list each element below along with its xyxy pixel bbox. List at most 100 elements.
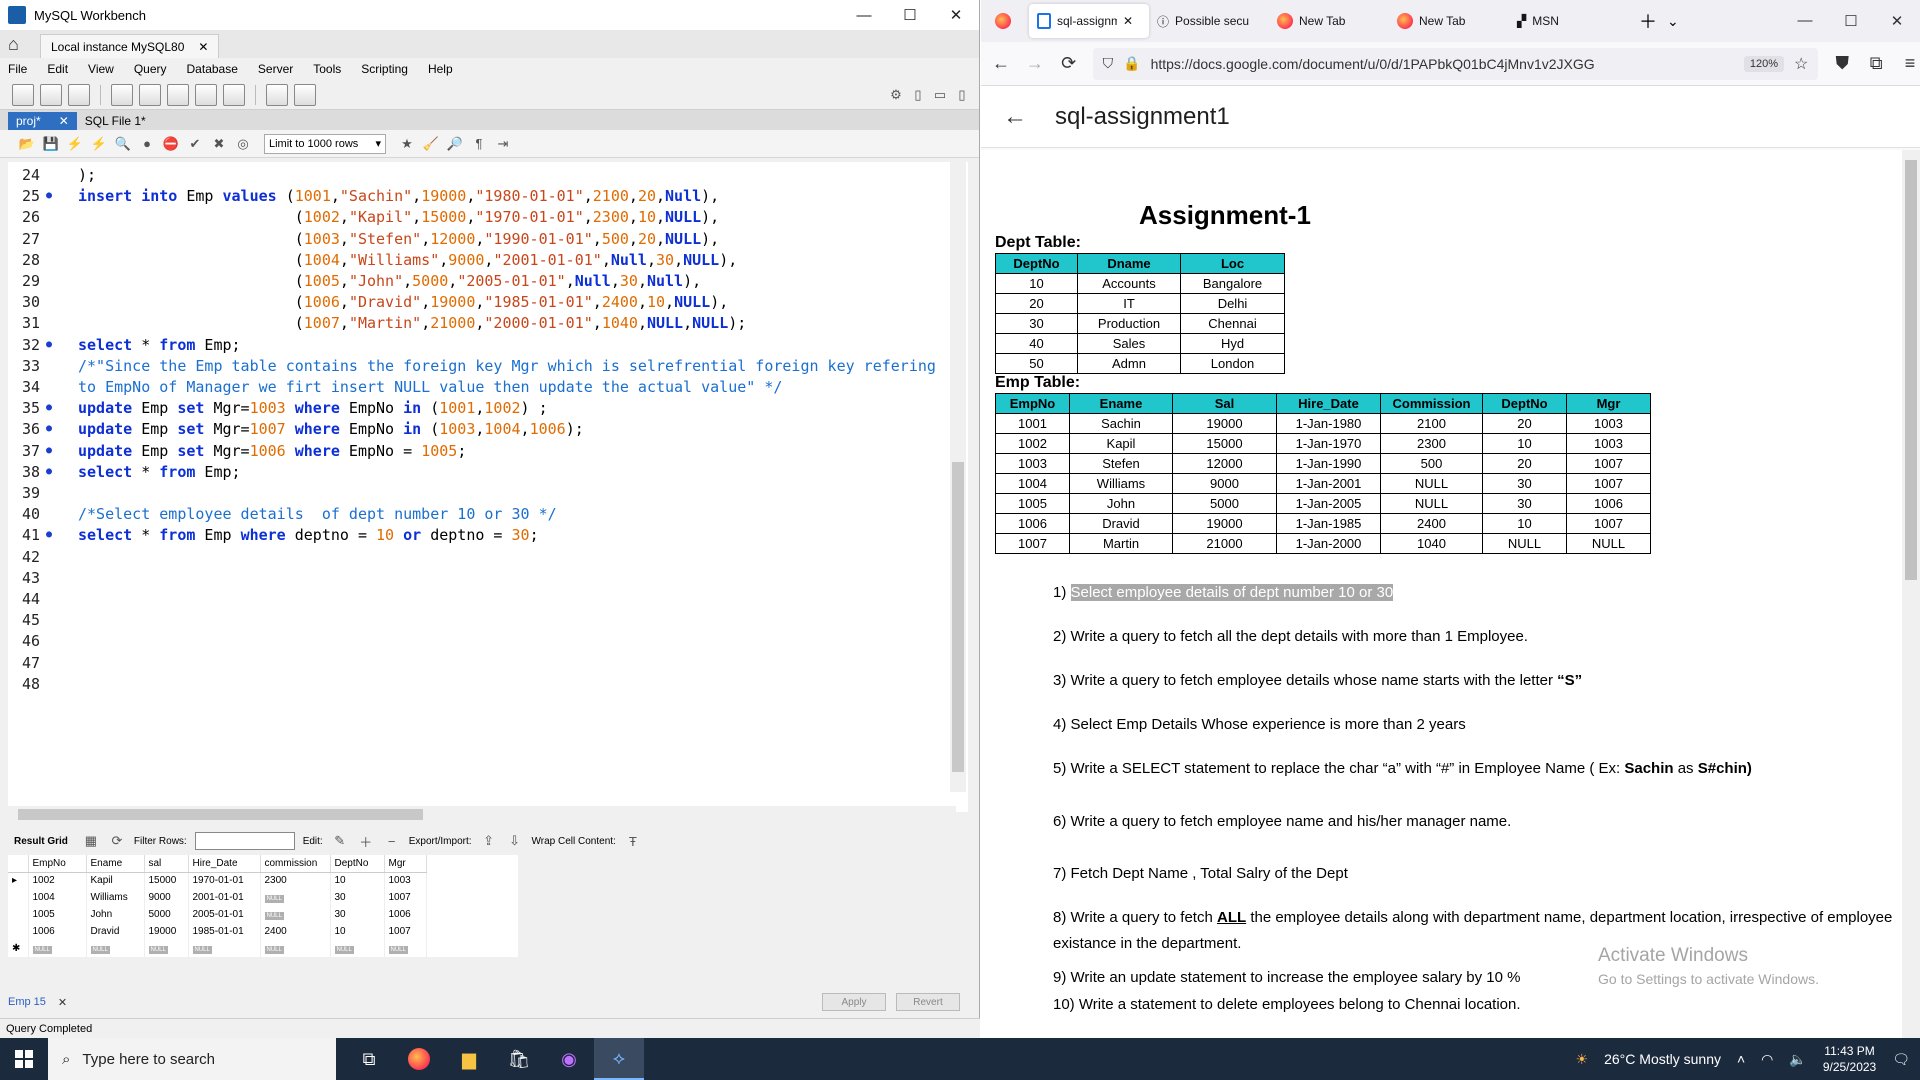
close-tab-icon[interactable]: ✕	[198, 40, 208, 54]
reload-icon[interactable]: ⟳	[1059, 53, 1079, 74]
table-row[interactable]: 1006 Dravid 19000 1985-01-01 2400 10 1007	[8, 923, 427, 940]
grid-cell[interactable]: 9000	[144, 889, 189, 906]
reconnect-icon[interactable]	[294, 83, 316, 106]
grid-cell[interactable]: 1006	[28, 923, 87, 940]
table-row[interactable]: ✱ NULL NULL NULL NULL NULL NULL NULL	[8, 940, 427, 957]
menu-view[interactable]: View	[88, 62, 114, 76]
row-selector[interactable]	[8, 889, 29, 906]
notification-icon[interactable]: 🗨	[1892, 1051, 1910, 1068]
menu-server[interactable]: Server	[258, 62, 293, 76]
grid-cell[interactable]: John	[86, 906, 145, 923]
grid-column-header[interactable]: Mgr	[384, 855, 427, 873]
grid-cell[interactable]: NULL	[144, 940, 189, 957]
back-icon[interactable]: ←	[991, 53, 1011, 74]
store-icon[interactable]: 🛍	[494, 1038, 544, 1080]
grid-cell[interactable]: 2300	[260, 872, 331, 889]
tab-possible-security[interactable]: ⓘ Possible secu	[1149, 4, 1269, 38]
import-icon[interactable]: ⇩	[506, 832, 524, 850]
autocommit-icon[interactable]: ◎	[234, 135, 252, 153]
grid-cell[interactable]: 5000	[144, 906, 189, 923]
grid-column-header[interactable]: Hire_Date	[188, 855, 261, 873]
grid-cell[interactable]: 1002	[28, 872, 87, 889]
rollback-icon[interactable]: ✖	[210, 135, 228, 153]
beautify-icon[interactable]: 🧹	[422, 135, 440, 153]
tab-msn[interactable]: ▞ MSN	[1509, 4, 1629, 38]
clock[interactable]: 11:43 PM 9/25/2023	[1823, 1043, 1876, 1075]
add-row-icon[interactable]: ＋	[357, 832, 375, 850]
minimize-icon[interactable]: —	[841, 0, 887, 30]
export-icon[interactable]: ⇪	[480, 832, 498, 850]
grid-cell[interactable]: NULL	[28, 940, 87, 957]
schema-inspector-icon[interactable]	[68, 83, 90, 106]
grid-cell[interactable]: Dravid	[86, 923, 145, 940]
scroll-thumb[interactable]	[18, 809, 423, 820]
tab-firefox-home[interactable]	[987, 4, 1029, 38]
connection-tab[interactable]: Local instance MySQL80 ✕	[40, 34, 220, 58]
grid-cell[interactable]: Kapil	[86, 872, 145, 889]
lock-icon[interactable]: 🔒	[1123, 55, 1140, 72]
network-icon[interactable]: ◠	[1761, 1051, 1773, 1068]
grid-cell[interactable]: NULL	[86, 940, 145, 957]
chevron-up-icon[interactable]: ˄	[1737, 1051, 1745, 1067]
row-selector[interactable]: ▸	[8, 872, 29, 889]
tracking-protection-icon[interactable]: ⛉	[1103, 55, 1114, 72]
grid-cell[interactable]: 30	[330, 889, 385, 906]
grid-cell[interactable]: 1005	[28, 906, 87, 923]
grid-cell[interactable]: NULL	[260, 940, 331, 957]
pocket-icon[interactable]: ⛊	[1832, 53, 1852, 74]
back-arrow-icon[interactable]: ←	[1003, 103, 1027, 131]
grid-cell[interactable]: 1970-01-01	[188, 872, 261, 889]
toggle-secondary-sidebar-icon[interactable]: ▯	[953, 86, 971, 104]
open-sql-file-icon[interactable]	[40, 83, 62, 106]
edit-row-icon[interactable]: ✎	[331, 832, 349, 850]
code-line[interactable]: 48	[8, 671, 958, 697]
close-tab-icon[interactable]: ✕	[1123, 14, 1133, 28]
grid-cell[interactable]: NULL	[188, 940, 261, 957]
save-icon[interactable]: 💾	[42, 135, 60, 153]
tab-sql-assignment[interactable]: sql-assignment1 ✕	[1029, 4, 1149, 38]
bookmark-star-icon[interactable]: ☆	[1794, 54, 1808, 74]
doc-scrollbar[interactable]	[1902, 150, 1920, 1038]
task-view-icon[interactable]: ⧉	[344, 1038, 394, 1080]
grid-cell[interactable]: 15000	[144, 872, 189, 889]
grid-cell[interactable]: 1985-01-01	[188, 923, 261, 940]
menu-query[interactable]: Query	[134, 62, 167, 76]
menu-scripting[interactable]: Scripting	[361, 62, 408, 76]
row-selector[interactable]: ✱	[8, 940, 29, 957]
extensions-icon[interactable]: ⧉	[1866, 53, 1886, 74]
stop-icon[interactable]: ●	[138, 135, 156, 153]
new-tab-icon[interactable]: ＋	[1639, 8, 1657, 34]
weather-text[interactable]: 26°C Mostly sunny	[1604, 1051, 1721, 1067]
grid-column-header[interactable]: Ename	[86, 855, 145, 873]
editor-horizontal-scrollbar[interactable]	[8, 806, 956, 822]
filter-rows-input[interactable]	[194, 832, 295, 850]
create-schema-icon[interactable]	[111, 83, 133, 106]
minimize-icon[interactable]: —	[1782, 12, 1828, 30]
table-row[interactable]: ▸ 1002 Kapil 15000 1970-01-01 2300 10 1003	[8, 872, 427, 889]
grid-cell[interactable]: 1004	[28, 889, 87, 906]
find-icon[interactable]: 🔎	[446, 135, 464, 153]
bookmark-icon[interactable]: ★	[398, 135, 416, 153]
create-function-icon[interactable]	[223, 83, 245, 106]
grid-cell[interactable]: NULL	[260, 889, 331, 906]
open-folder-icon[interactable]: 📂	[18, 135, 36, 153]
tab-proj[interactable]: proj* ✕	[8, 112, 77, 130]
grid-cell[interactable]: Williams	[86, 889, 145, 906]
grid-column-header[interactable]: commission	[260, 855, 331, 873]
menu-edit[interactable]: Edit	[47, 62, 68, 76]
tab-new-tab[interactable]: New Tab	[1389, 4, 1509, 38]
grid-icon[interactable]: ▦	[82, 832, 100, 850]
menu-file[interactable]: File	[8, 62, 27, 76]
grid-cell[interactable]: 1003	[384, 872, 427, 889]
result-grid[interactable]: EmpNo Ename sal Hire_Date commission DeptNo Mg…	[8, 855, 518, 957]
sql-editor[interactable]: 24); 25 ● insert into Emp values (1001,"Sac…	[8, 162, 968, 812]
zoom-indicator[interactable]: 120%	[1743, 55, 1784, 72]
maximize-icon[interactable]: ☐	[1828, 12, 1874, 30]
start-button[interactable]	[0, 1038, 48, 1080]
toggle-sidebar-icon[interactable]: ▯	[909, 86, 927, 104]
maximize-icon[interactable]: ☐	[887, 0, 933, 30]
refresh-icon[interactable]: ⟳	[108, 832, 126, 850]
grid-cell[interactable]: NULL	[260, 906, 331, 923]
create-procedure-icon[interactable]	[195, 83, 217, 106]
mysql-workbench-taskbar-icon[interactable]: ⟡	[594, 1038, 644, 1080]
